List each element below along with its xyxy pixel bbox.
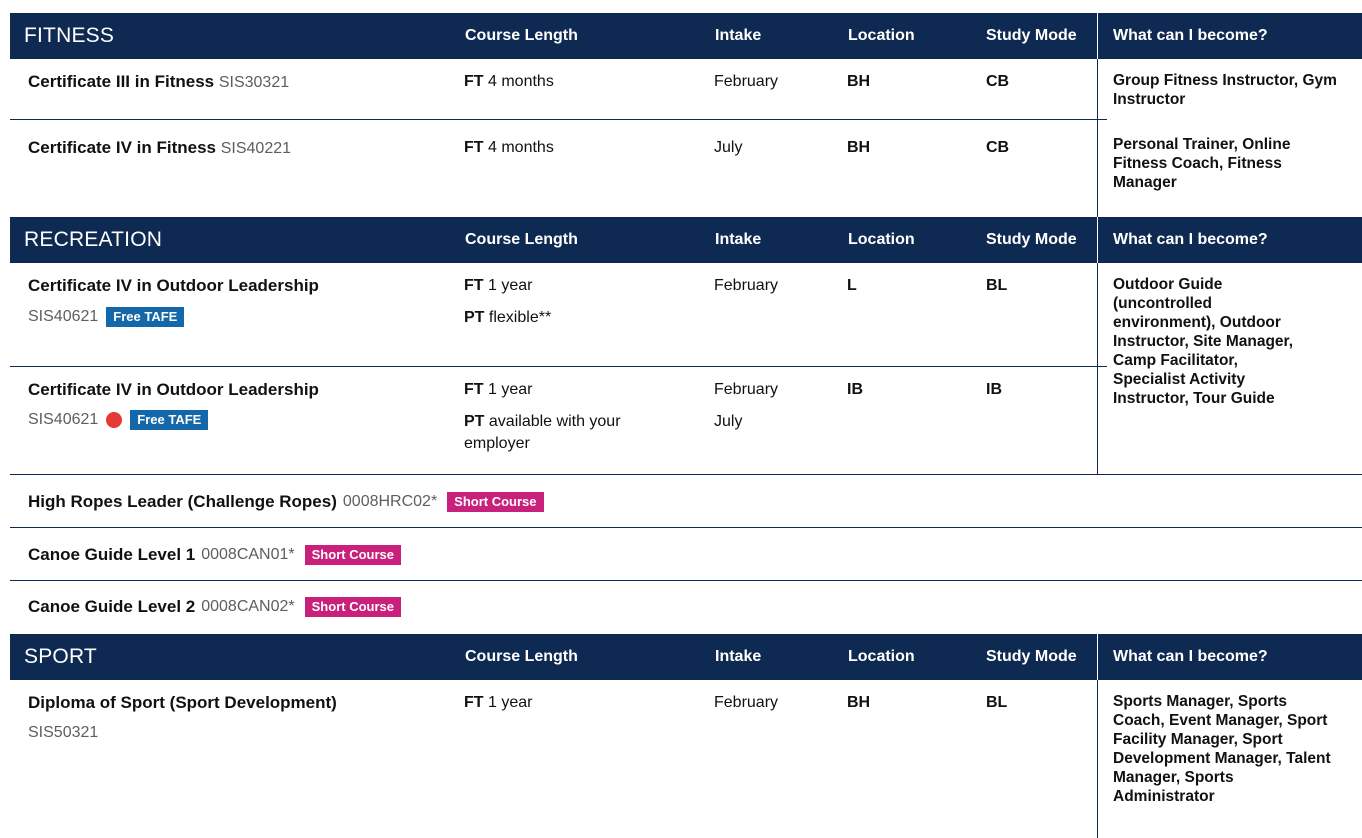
col-location: Location xyxy=(848,231,915,248)
course-name: Canoe Guide Level 1 xyxy=(28,545,196,564)
course-name: High Ropes Leader (Challenge Ropes) xyxy=(28,492,337,511)
course-name: Certificate IV in Outdoor Leadership xyxy=(28,380,319,399)
study-mode: BL xyxy=(986,277,1008,294)
course-code: SIS40221 xyxy=(220,140,292,157)
course-code: 0008CAN02* xyxy=(201,598,295,615)
course-length-pt: PT available with your employer xyxy=(464,413,621,452)
short-course: Canoe Guide Level 1 0008CAN01* Short Cou… xyxy=(28,544,401,566)
course-length-pt: PT flexible** xyxy=(464,309,552,326)
section-title: RECREATION xyxy=(24,228,163,251)
short-course-badge: Short Course xyxy=(304,597,401,617)
careers: Group Fitness Instructor, Gym Instructor xyxy=(1113,72,1337,108)
intake: July xyxy=(714,139,743,156)
course-name: Certificate IV in Fitness SIS40221 xyxy=(28,138,292,157)
intake: February xyxy=(714,277,779,294)
course-code: SIS50321 xyxy=(28,724,99,741)
short-course-badge: Short Course xyxy=(447,492,544,512)
list-item: Canoe Guide Level 1 0008CAN01* Short Cou… xyxy=(10,528,1362,581)
col-careers: What can I become? xyxy=(1113,231,1268,248)
col-intake: Intake xyxy=(715,231,762,248)
course-name: Certificate IV in Outdoor Leadership xyxy=(28,276,319,295)
location: BH xyxy=(847,139,871,156)
col-location: Location xyxy=(848,27,915,44)
course-code: SIS30321 xyxy=(218,74,290,91)
intake: February xyxy=(714,73,779,90)
short-course: High Ropes Leader (Challenge Ropes) 0008… xyxy=(28,491,544,513)
col-location: Location xyxy=(848,648,915,665)
free-tafe-badge: Free TAFE xyxy=(130,410,209,430)
course-length-ft: FT 1 year xyxy=(464,277,533,294)
study-mode: BL xyxy=(986,694,1008,711)
course-code-line: SIS40621 Free TAFE xyxy=(28,306,185,328)
header-divider xyxy=(1097,13,1098,59)
fitness-section-header: FITNESS Course Length Intake Location St… xyxy=(10,13,1362,59)
col-study-mode: Study Mode xyxy=(986,231,1077,248)
location: BH xyxy=(847,694,871,711)
short-course: Canoe Guide Level 2 0008CAN02* Short Cou… xyxy=(28,596,401,618)
list-item: High Ropes Leader (Challenge Ropes) 0008… xyxy=(10,475,1362,528)
course-name: Canoe Guide Level 2 xyxy=(28,597,196,616)
red-dot-icon xyxy=(106,412,123,428)
section-title: FITNESS xyxy=(24,24,115,47)
table-row: Certificate III in Fitness SIS30321 FT 4… xyxy=(10,59,1362,120)
course-code-line: SIS40621 Free TAFE xyxy=(28,409,209,431)
table-row: Diploma of Sport (Sport Development) SIS… xyxy=(10,680,1362,838)
col-careers: What can I become? xyxy=(1113,27,1268,44)
course-length: FT 1 year xyxy=(464,694,533,711)
location: BH xyxy=(847,73,871,90)
col-intake: Intake xyxy=(715,648,762,665)
sport-section-header: SPORT Course Length Intake Location Stud… xyxy=(10,634,1362,680)
careers: Personal Trainer, Online Fitness Coach, … xyxy=(1113,136,1291,191)
section-title: SPORT xyxy=(24,645,97,668)
header-divider xyxy=(1097,217,1098,263)
free-tafe-badge: Free TAFE xyxy=(106,307,185,327)
course-name: Diploma of Sport (Sport Development) xyxy=(28,693,337,712)
course-length-ft: FT 1 year xyxy=(464,381,533,398)
course-code: SIS40621 xyxy=(28,308,99,325)
course-code: 0008CAN01* xyxy=(201,546,295,563)
course-length: FT 4 months xyxy=(464,139,554,156)
study-mode: CB xyxy=(986,73,1010,90)
table-row: Certificate IV in Fitness SIS40221 FT 4 … xyxy=(10,120,1362,217)
course-name: Certificate III in Fitness SIS30321 xyxy=(28,72,290,91)
intake: February xyxy=(714,694,779,711)
study-mode: IB xyxy=(986,381,1002,398)
location: IB xyxy=(847,381,863,398)
col-study-mode: Study Mode xyxy=(986,27,1077,44)
intake-2: July xyxy=(714,413,743,430)
study-mode: CB xyxy=(986,139,1010,156)
col-course-length: Course Length xyxy=(465,27,578,44)
course-code: SIS40621 xyxy=(28,411,99,428)
location: L xyxy=(847,277,857,294)
list-item: Canoe Guide Level 2 0008CAN02* Short Cou… xyxy=(10,581,1362,634)
course-length: FT 4 months xyxy=(464,73,554,90)
recreation-section-header: RECREATION Course Length Intake Location… xyxy=(10,217,1362,263)
header-divider xyxy=(1097,634,1098,680)
table-row: Certificate IV in Outdoor Leadership SIS… xyxy=(10,367,1362,475)
careers: Sports Manager, Sports Coach, Event Mana… xyxy=(1113,693,1331,805)
course-code: 0008HRC02* xyxy=(342,493,438,510)
col-course-length: Course Length xyxy=(465,231,578,248)
col-intake: Intake xyxy=(715,27,762,44)
col-careers: What can I become? xyxy=(1113,648,1268,665)
col-study-mode: Study Mode xyxy=(986,648,1077,665)
short-course-badge: Short Course xyxy=(304,545,401,565)
intake: February xyxy=(714,381,779,398)
col-course-length: Course Length xyxy=(465,648,578,665)
